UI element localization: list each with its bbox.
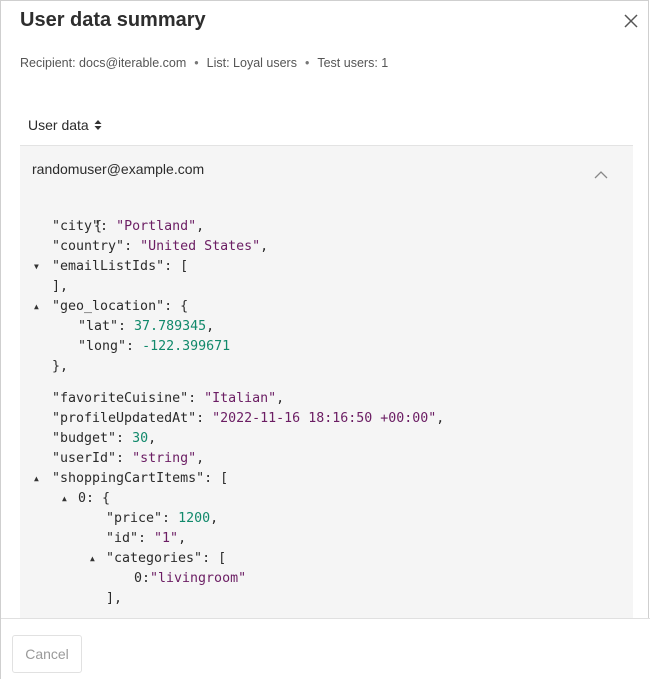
dialog-footer: Cancel bbox=[1, 618, 650, 681]
json-line: "lat": 37.789345, bbox=[78, 319, 215, 334]
json-index: 0: bbox=[78, 491, 95, 506]
json-bracket: ], bbox=[52, 279, 69, 294]
json-index: 0: bbox=[134, 571, 151, 586]
chevron-up-icon[interactable] bbox=[593, 168, 609, 180]
json-line: "country": "United States", bbox=[52, 239, 269, 254]
json-value: 30 bbox=[132, 431, 149, 446]
json-line: "budget": 30, bbox=[52, 431, 157, 446]
json-key: "emailListIds" bbox=[52, 259, 165, 274]
json-key: "long" bbox=[78, 339, 127, 354]
json-key: "categories" bbox=[106, 551, 203, 566]
json-line: "shoppingCartItems": [ bbox=[52, 471, 229, 486]
sort-icon bbox=[94, 120, 102, 130]
json-line: "emailListIds": [ bbox=[52, 259, 189, 274]
json-line: }, bbox=[52, 357, 68, 377]
recipient-text: Recipient: docs@iterable.com bbox=[20, 56, 187, 70]
json-line: ], bbox=[106, 589, 122, 609]
json-brace: { bbox=[180, 299, 189, 314]
json-line: "userId": "string", bbox=[52, 451, 205, 466]
json-value: "2022-11-16 18:16:50 +00:00" bbox=[212, 411, 437, 426]
dialog-meta: Recipient: docs@iterable.com • List: Loy… bbox=[20, 56, 388, 70]
json-line: "favoriteCuisine": "Italian", bbox=[52, 391, 285, 406]
section-label-text: User data bbox=[28, 117, 89, 133]
json-key: "country" bbox=[52, 239, 125, 254]
json-key: "budget" bbox=[52, 431, 117, 446]
separator-dot: • bbox=[304, 56, 310, 70]
json-line: 0:"livingroom" bbox=[134, 569, 246, 589]
user-data-summary-dialog: User data summary Recipient: docs@iterab… bbox=[0, 0, 650, 681]
caret-up-icon[interactable]: ▲ bbox=[90, 549, 95, 569]
json-key: "id" bbox=[106, 531, 139, 546]
user-data-panel: randomuser@example.com { "city": "Portla… bbox=[20, 145, 633, 618]
json-value: 37.789345 bbox=[134, 319, 207, 334]
json-line: "geo_location": { bbox=[52, 299, 189, 314]
json-line: { bbox=[30, 197, 102, 234]
caret-up-icon[interactable]: ▲ bbox=[34, 469, 39, 489]
user-email: randomuser@example.com bbox=[32, 161, 205, 177]
caret-up-icon[interactable]: ▲ bbox=[62, 489, 67, 509]
json-value: "Italian" bbox=[204, 391, 277, 406]
json-bracket: [ bbox=[180, 259, 189, 274]
caret-down-icon[interactable]: ▼ bbox=[34, 257, 39, 277]
json-bracket: [ bbox=[220, 471, 229, 486]
json-line: "categories": [ bbox=[106, 551, 227, 566]
json-line: "city": "Portland", bbox=[52, 219, 205, 234]
json-key: "shoppingCartItems" bbox=[52, 471, 205, 486]
json-key: "profileUpdatedAt" bbox=[52, 411, 197, 426]
json-value: -122.399671 bbox=[142, 339, 231, 354]
json-brace: { bbox=[102, 491, 111, 506]
caret-up-icon[interactable]: ▲ bbox=[34, 297, 39, 317]
json-line: "id": "1", bbox=[106, 531, 187, 546]
json-key: "favoriteCuisine" bbox=[52, 391, 189, 406]
json-line: "profileUpdatedAt": "2022-11-16 18:16:50… bbox=[52, 411, 445, 426]
json-value: 1200 bbox=[178, 511, 211, 526]
json-value: "Portland" bbox=[116, 219, 197, 234]
json-line: ], bbox=[52, 277, 68, 297]
json-bracket: ], bbox=[106, 591, 123, 606]
json-value: "livingroom" bbox=[150, 571, 247, 586]
cancel-button[interactable]: Cancel bbox=[12, 635, 82, 673]
json-key: "price" bbox=[106, 511, 163, 526]
json-value: "1" bbox=[154, 531, 179, 546]
json-value: "United States" bbox=[140, 239, 261, 254]
json-line: "long": -122.399671 bbox=[78, 339, 231, 354]
json-brace: }, bbox=[52, 359, 69, 374]
separator-dot: • bbox=[194, 56, 199, 70]
json-bracket: [ bbox=[218, 551, 227, 566]
close-icon[interactable] bbox=[621, 11, 641, 31]
list-text: List: Loyal users bbox=[206, 56, 297, 70]
json-key: "geo_location" bbox=[52, 299, 165, 314]
json-key: "city" bbox=[52, 219, 101, 234]
json-key: "userId" bbox=[52, 451, 117, 466]
test-users-text: Test users: 1 bbox=[317, 56, 389, 70]
json-line: "price": 1200, bbox=[106, 511, 219, 526]
json-value: "string" bbox=[132, 451, 197, 466]
user-data-sort-toggle[interactable]: User data bbox=[28, 117, 102, 133]
json-key: "lat" bbox=[78, 319, 119, 334]
json-line: 0: { bbox=[78, 489, 110, 509]
dialog-title: User data summary bbox=[20, 9, 206, 31]
